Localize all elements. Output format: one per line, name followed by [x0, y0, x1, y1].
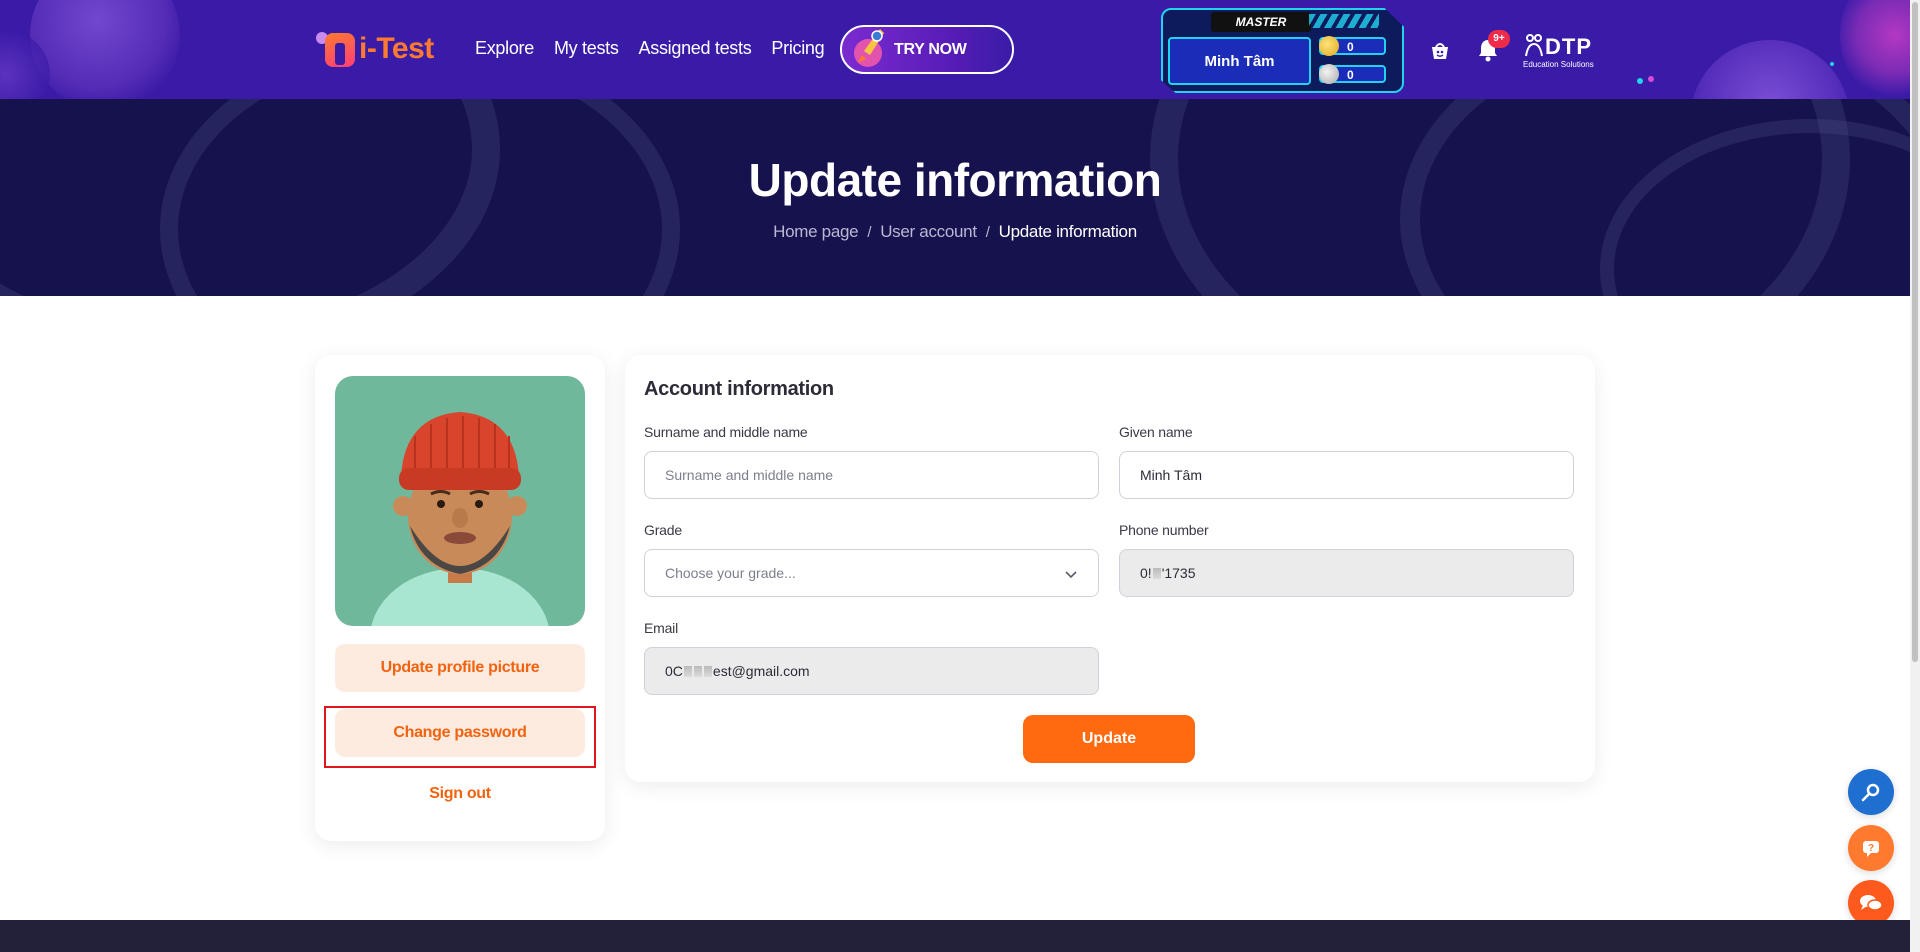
redacted-characters [693, 665, 702, 677]
card-stripes-decoration [1309, 14, 1379, 28]
swirl-decoration [1840, 0, 1910, 99]
planet-decoration [1690, 40, 1850, 99]
breadcrumb-current: Update information [998, 222, 1138, 241]
surname-label: Surname and middle name [644, 424, 808, 440]
section-title: Account information [644, 378, 834, 400]
logo-text: i-Test [359, 32, 434, 65]
player-profile-card[interactable]: MASTER Minh Tâm 0 0 [1161, 8, 1404, 93]
nav-my-tests[interactable]: My tests [554, 38, 619, 59]
phone-input: 0! '1735 [1119, 549, 1574, 597]
try-now-button[interactable]: TRY NOW [840, 25, 1014, 74]
top-navigation-bar: i-Test Explore My tests Assigned tests P… [0, 0, 1910, 99]
try-now-label: TRY NOW [894, 41, 967, 58]
breadcrumb-home[interactable]: Home page [773, 222, 859, 242]
player-name: Minh Tâm [1168, 37, 1311, 85]
dtp-tagline: Education Solutions [1523, 60, 1594, 69]
shop-button[interactable] [1429, 40, 1451, 67]
given-name-input[interactable]: Minh Tâm [1119, 451, 1574, 499]
breadcrumb: Home page / User account / Update inform… [0, 222, 1910, 242]
gold-coin-value: 0 [1347, 40, 1354, 54]
phone-label: Phone number [1119, 522, 1209, 538]
account-information-form: Account information Surname and middle n… [625, 355, 1595, 782]
nav-explore[interactable]: Explore [475, 38, 534, 59]
profile-sidebar: Update profile picture Change password S… [315, 355, 605, 841]
chevron-down-icon [1065, 571, 1077, 579]
svg-text:?: ? [1868, 843, 1874, 854]
silver-coin-counter: 0 [1319, 64, 1386, 84]
player-rank-label: MASTER [1211, 12, 1311, 32]
star-decoration [1637, 78, 1643, 84]
itest-logo-mark-icon [313, 29, 357, 69]
phone-prefix: 0! [1140, 565, 1152, 581]
silver-coin-icon [1319, 64, 1339, 84]
gold-coin-icon [1319, 36, 1339, 56]
question-chat-icon: ? [1863, 841, 1879, 857]
search-fab[interactable] [1848, 769, 1894, 815]
rocket-icon [854, 29, 884, 67]
update-button[interactable]: Update [1023, 715, 1195, 763]
phone-suffix: '1735 [1161, 565, 1196, 581]
redacted-characters [703, 665, 712, 677]
update-profile-picture-button[interactable]: Update profile picture [335, 644, 585, 692]
email-label: Email [644, 620, 679, 636]
shopping-basket-icon [1432, 43, 1448, 59]
avatar-illustration [371, 412, 549, 626]
email-prefix: 0C [665, 663, 683, 679]
page: i-Test Explore My tests Assigned tests P… [0, 0, 1920, 952]
grade-placeholder: Choose your grade... [665, 565, 796, 581]
help-fab[interactable]: ? [1848, 825, 1894, 871]
itest-logo[interactable]: i-Test [313, 29, 434, 69]
silver-coin-value: 0 [1347, 68, 1354, 82]
nav-pricing[interactable]: Pricing [771, 38, 824, 59]
avatar [335, 376, 585, 626]
grade-select[interactable]: Choose your grade... [644, 549, 1099, 597]
redacted-digits [1152, 567, 1161, 579]
given-name-label: Given name [1119, 424, 1193, 440]
dtp-mark-icon [1525, 34, 1543, 57]
nav-assigned-tests[interactable]: Assigned tests [639, 38, 752, 59]
given-name-value: Minh Tâm [1140, 467, 1202, 483]
sign-out-button[interactable]: Sign out [315, 785, 605, 803]
planet-decoration [30, 0, 180, 99]
page-hero: Update information Home page / User acco… [0, 99, 1910, 296]
dtp-name: DTP [1545, 34, 1592, 59]
notification-count-badge: 9+ [1488, 30, 1510, 48]
email-suffix: est@gmail.com [712, 663, 810, 679]
scrollbar-thumb[interactable] [1912, 2, 1918, 662]
grade-label: Grade [644, 522, 682, 538]
surname-input[interactable] [644, 451, 1099, 499]
email-input: 0C est@gmail.com [644, 647, 1099, 695]
key-search-icon [1861, 783, 1880, 802]
main-nav: Explore My tests Assigned tests Pricing [475, 38, 844, 59]
footer [0, 920, 1910, 952]
breadcrumb-user-account[interactable]: User account [880, 222, 977, 242]
gold-coin-counter: 0 [1319, 36, 1386, 56]
page-title: Update information [748, 154, 1162, 206]
star-decoration [1648, 76, 1654, 82]
breadcrumb-separator: / [867, 223, 872, 241]
breadcrumb-separator: / [985, 223, 990, 241]
vertical-scrollbar[interactable] [1910, 0, 1920, 952]
star-decoration [1830, 62, 1834, 66]
change-password-highlight [324, 706, 596, 768]
dtp-partner-logo[interactable]: DTP Education Solutions [1523, 30, 1598, 70]
chat-bubbles-icon [1860, 895, 1883, 911]
redacted-characters [683, 665, 692, 677]
